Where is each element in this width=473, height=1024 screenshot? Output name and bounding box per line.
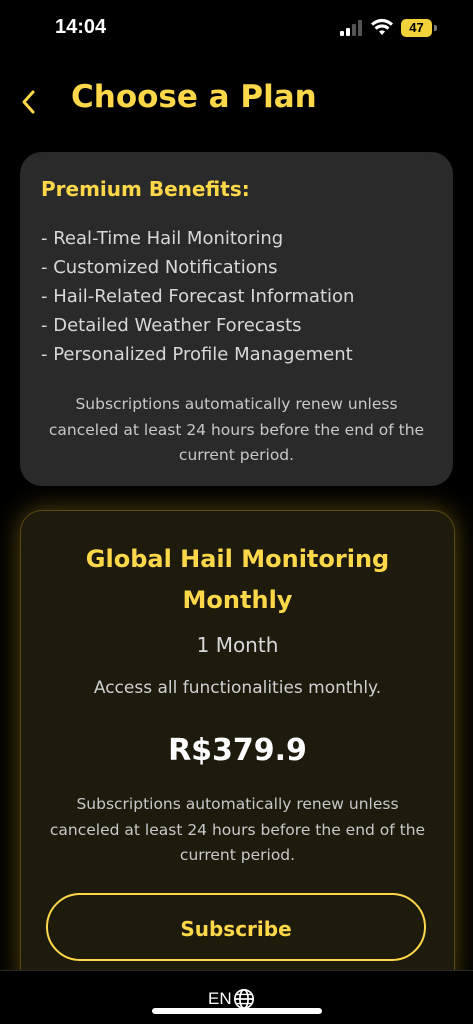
plan-renewal-notice: Subscriptions automatically renew unless… [49,795,426,864]
chevron-left-icon [22,90,35,114]
plan-duration: 1 Month [196,633,279,657]
benefit-item: - Real-Time Hail Monitoring [41,228,284,249]
plan-name-line-2: Monthly [182,586,293,614]
page-title: Choose a Plan [71,79,317,115]
benefits-list: - Real-Time Hail Monitoring - Customized… [41,224,354,369]
battery-level: 47 [401,19,432,37]
status-bar: 14:04 47 [0,0,473,58]
benefit-item: - Detailed Weather Forecasts [41,315,302,336]
home-indicator[interactable] [152,1008,322,1014]
battery-indicator: 47 [401,19,437,37]
plan-card[interactable]: Global Hail Monitoring Monthly 1 Month A… [20,510,455,992]
language-label: EN [208,989,232,1008]
cellular-signal-icon [340,20,362,36]
benefit-item: - Customized Notifications [41,257,278,278]
bottom-bar: EN [0,970,473,1024]
benefit-item: - Personalized Profile Management [41,344,353,365]
plan-name-line-1: Global Hail Monitoring [85,545,390,573]
benefits-title: Premium Benefits: [41,177,250,201]
premium-benefits-card: Premium Benefits: - Real-Time Hail Monit… [20,152,453,486]
battery-tip [434,25,437,31]
back-button[interactable] [12,82,48,122]
plan-name: Global Hail Monitoring Monthly [21,539,454,621]
choose-plan-screen: 14:04 47 Choose a Plan Premium Benefits:… [0,0,473,1024]
globe-icon [233,989,254,1009]
subscribe-button[interactable]: Subscribe [46,893,426,961]
renewal-notice: Subscriptions automatically renew unless… [48,395,425,464]
wifi-icon [371,18,393,35]
plan-description: Access all functionalities monthly. [93,678,382,698]
benefit-item: - Hail-Related Forecast Information [41,286,355,307]
status-time: 14:04 [55,16,107,38]
plan-price: R$379.9 [168,733,307,768]
